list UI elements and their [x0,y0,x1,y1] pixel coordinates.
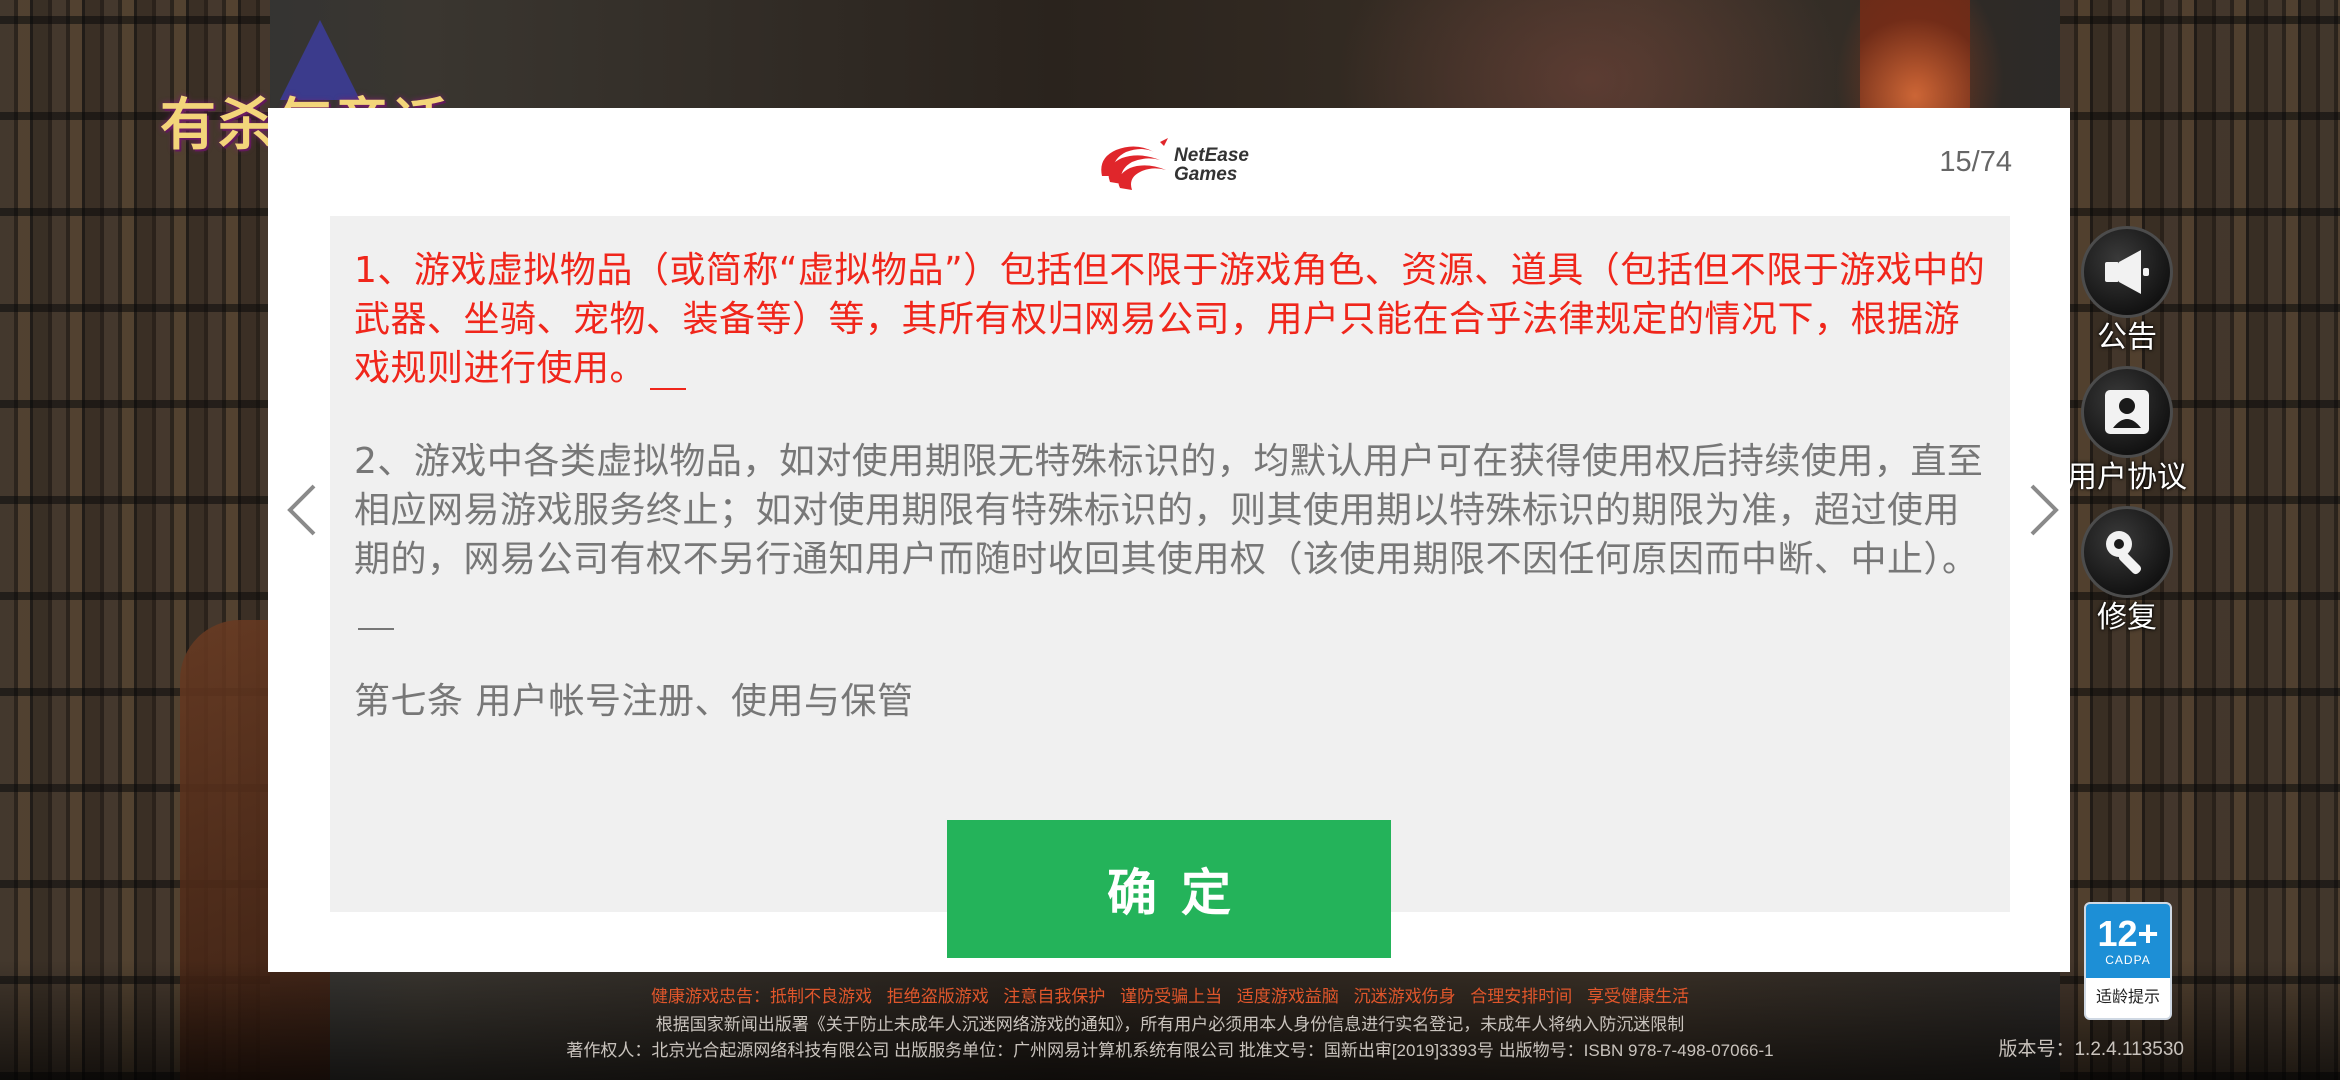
next-page-button[interactable] [2022,480,2066,540]
agreement-section-heading: 第七条 用户帐号注册、使用与保管 [354,677,1988,726]
paragraph-text: 第七条 用户帐号注册、使用与保管 [354,681,914,722]
chevron-right-icon [2030,484,2059,536]
confirm-button[interactable]: 确定 [947,820,1391,958]
megaphone-icon [2081,226,2173,318]
paragraph-text: 1、游戏虚拟物品（或简称“虚拟物品”）包括但不限于游戏角色、资源、道具（包括但不… [354,250,1986,389]
repair-label: 修复 [2097,601,2157,634]
prev-page-button[interactable] [280,480,324,540]
agreement-dialog: NetEase Games 15/74 1、游戏虚拟物品（或简称“虚拟物品”）包… [268,108,2070,972]
user-agreement-button[interactable]: 用户协议 [2062,366,2192,496]
paragraph-text: 2、游戏中各类虚拟物品，如对使用期限无特殊标识的，均默认用户可在获得使用权后持续… [354,441,1984,580]
paragraph-end-mark [358,628,394,630]
agreement-paragraph: 2、游戏中各类虚拟物品，如对使用期限无特殊标识的，均默认用户可在获得使用权后持续… [354,437,1988,633]
wrench-icon [2081,506,2173,598]
age-rating-number: 12+ [2097,913,2159,954]
user-agreement-label: 用户协议 [2067,461,2187,494]
law-notice: 根据国家新闻出版署《关于防止未成年人沉迷网络游戏的通知》，所有用户必须用本人身份… [655,1015,1685,1034]
agreement-paragraph: 1、游戏虚拟物品（或简称“虚拟物品”）包括但不限于游戏角色、资源、道具（包括但不… [354,246,1988,393]
netease-brand-text: NetEase Games [1174,146,1249,184]
brand-line2: Games [1174,164,1238,185]
announcement-label: 公告 [2097,321,2157,354]
netease-swirl-icon [1101,138,1168,190]
brand-line1: NetEase [1174,145,1249,166]
age-rating-org: CADPA [2105,953,2151,967]
netease-games-logo: NetEase Games [1094,134,1249,196]
user-card-icon [2081,366,2173,458]
paragraph-end-mark [650,388,687,390]
health-notice: 健康游戏忠告：抵制不良游戏 拒绝盗版游戏 注意自我保护 谨防受骗上当 适度游戏益… [650,987,1690,1006]
page-counter: 15/74 [1939,146,2012,178]
version-label: 版本号：1.2.4.113530 [1998,1039,2184,1060]
age-rating-top: 12+ CADPA [2086,904,2170,978]
repair-button[interactable]: 修复 [2062,506,2192,636]
agreement-content[interactable]: 1、游戏虚拟物品（或简称“虚拟物品”）包括但不限于游戏角色、资源、道具（包括但不… [330,216,2010,912]
announcement-button[interactable]: 公告 [2062,226,2192,356]
chevron-left-icon [287,484,316,536]
copyright-notice: 著作权人：北京光合起源网络科技有限公司 出版服务单位：广州网易计算机系统有限公司… [566,1041,1774,1060]
